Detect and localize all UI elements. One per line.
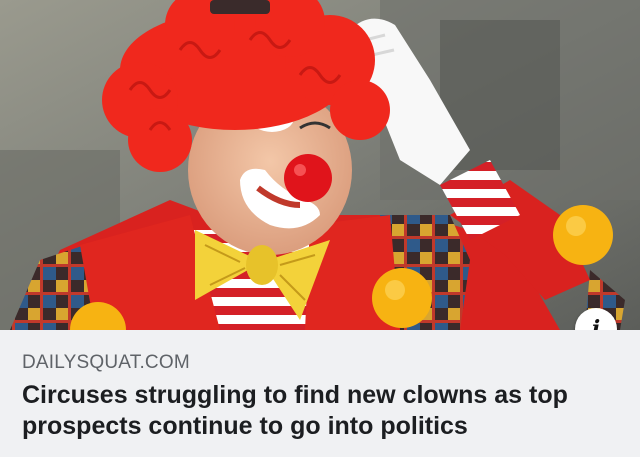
link-preview-meta: DAILYSQUAT.COM Circuses struggling to fi… xyxy=(0,330,640,457)
link-preview-card[interactable]: i DAILYSQUAT.COM Circuses struggling to … xyxy=(0,0,640,457)
source-domain[interactable]: DAILYSQUAT.COM xyxy=(22,352,190,374)
article-headline[interactable]: Circuses struggling to find new clowns a… xyxy=(22,380,622,442)
article-image[interactable] xyxy=(0,0,640,330)
